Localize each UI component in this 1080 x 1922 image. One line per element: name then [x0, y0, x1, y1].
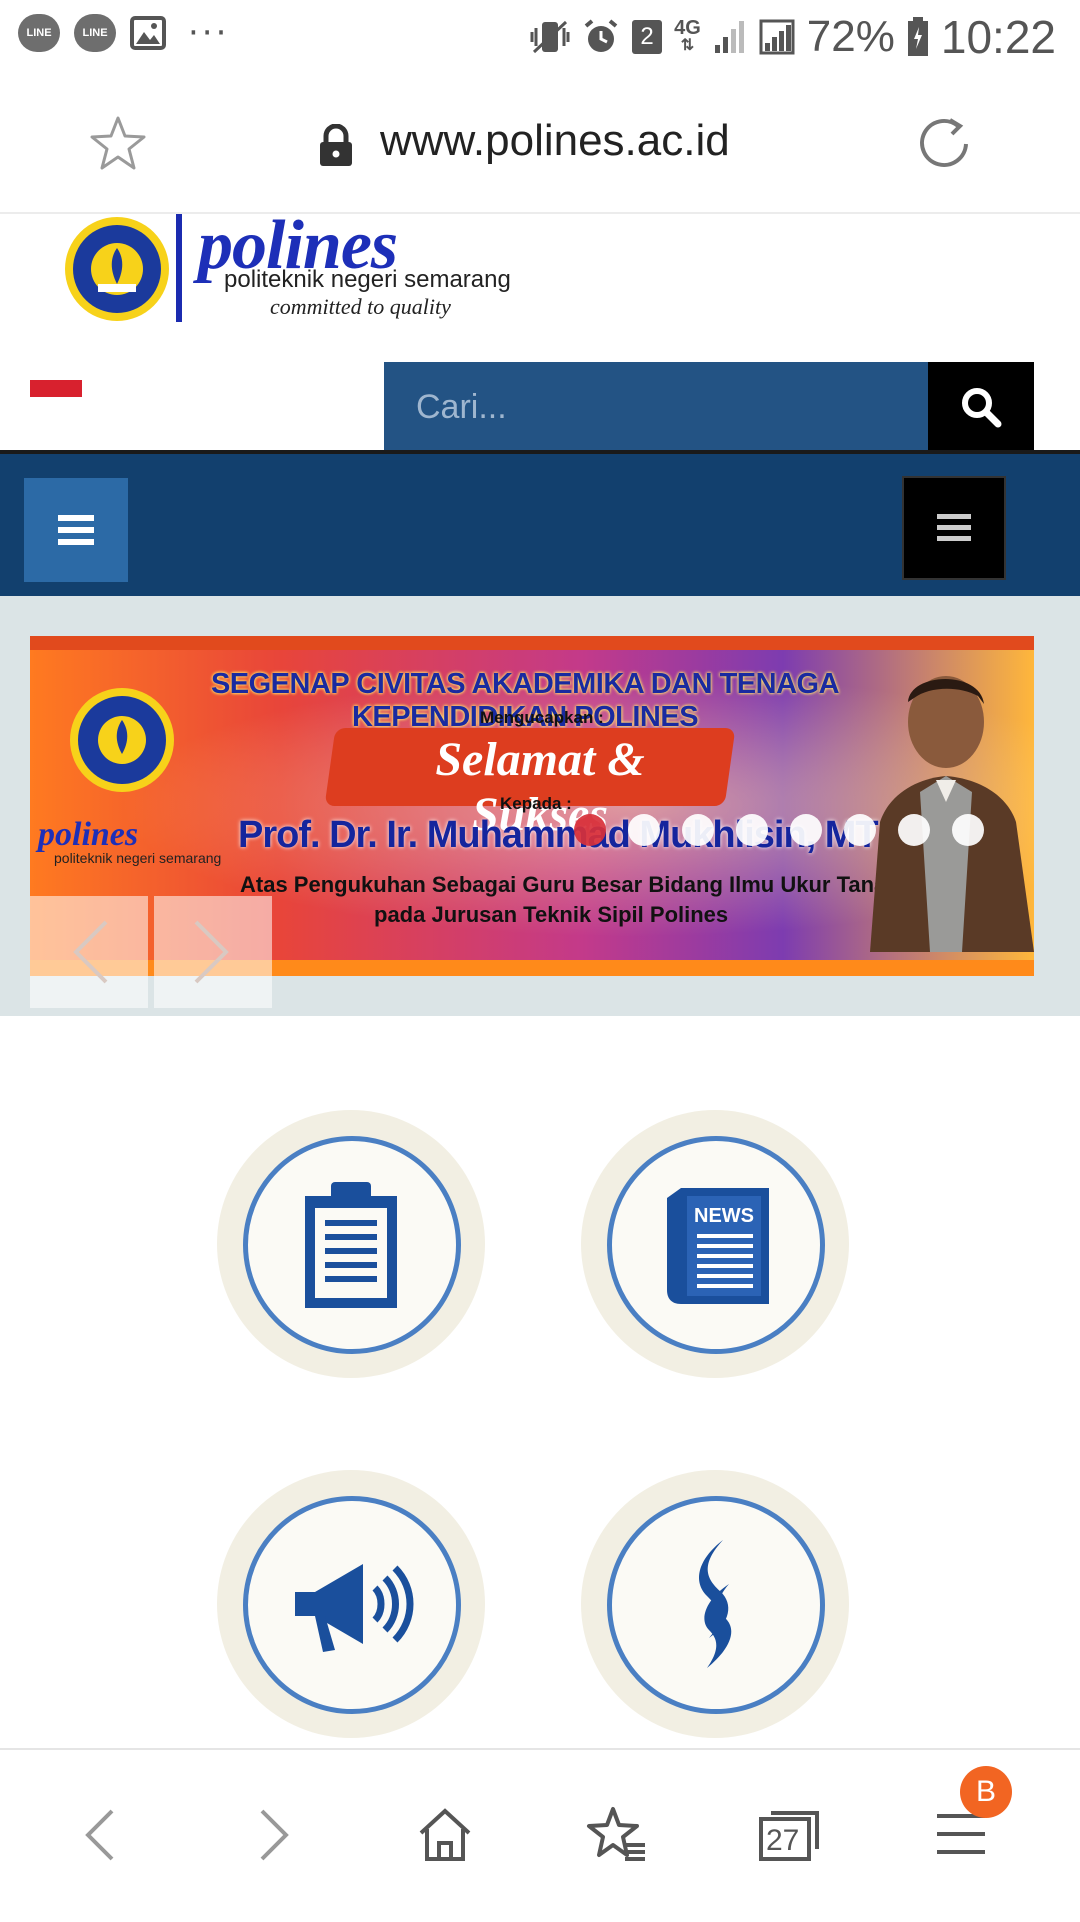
back-button[interactable] [56, 1790, 146, 1880]
back-arrow-icon [85, 1809, 114, 1861]
battery-icon [907, 17, 928, 56]
hamburger-icon-secondary [937, 514, 971, 541]
slide-dot-5[interactable] [790, 814, 822, 846]
main-menu-button[interactable] [24, 478, 128, 582]
slide-dot-3[interactable] [682, 814, 714, 846]
network-type-label: 4G [674, 17, 701, 39]
quick-link-flame[interactable] [581, 1470, 849, 1738]
flame-icon [699, 1540, 732, 1668]
network-type-icon: 4G ⇅ [674, 17, 701, 54]
banner-logo-subtitle: politeknik negeri semarang [54, 850, 222, 866]
slide-indicators [574, 814, 984, 846]
slider-next-button[interactable] [154, 896, 272, 1008]
person-photo [870, 676, 1034, 952]
url-text[interactable]: www.polines.ac.id [380, 116, 730, 166]
home-button[interactable] [400, 1790, 490, 1880]
bookmarks-button[interactable] [572, 1790, 662, 1880]
menu-notification-badge: B [960, 1766, 1012, 1818]
banner-line-2: pada Jurusan Teknik Sipil Polines [374, 902, 729, 927]
quick-link-news[interactable]: NEWS [581, 1110, 849, 1378]
quick-link-announcements[interactable] [217, 1110, 485, 1378]
svg-text:NEWS: NEWS [694, 1205, 754, 1227]
secondary-menu-button[interactable] [902, 476, 1006, 580]
signal-icon-2 [759, 19, 795, 55]
browser-bottom-bar: 27 B [0, 1748, 1080, 1922]
slide-dot-1[interactable] [574, 814, 606, 846]
bookmark-star-icon[interactable] [88, 114, 148, 174]
lock-icon [320, 124, 352, 166]
clipboard-icon [305, 1182, 397, 1308]
slide-dot-6[interactable] [844, 814, 876, 846]
search-button[interactable] [928, 362, 1034, 452]
slider-prev-button[interactable] [30, 896, 148, 1008]
chevron-left-icon [73, 920, 108, 984]
news-icon: NEWS [667, 1188, 769, 1304]
signal-icon-1 [714, 21, 744, 53]
banner-greeting-label: Mengucapkan : [480, 708, 604, 727]
home-icon [419, 1808, 471, 1861]
sim-icon: 2 [632, 20, 663, 54]
line-app-icon: LINE [18, 14, 60, 52]
slide-dot-8[interactable] [952, 814, 984, 846]
logo-subtitle: politeknik negeri semarang [224, 266, 511, 293]
banner-recipient-label: Kepada : [500, 794, 572, 813]
clock: 10:22 [940, 11, 1056, 63]
slide-dot-7[interactable] [898, 814, 930, 846]
search-icon [962, 388, 1002, 428]
tabs-count: 27 [766, 1824, 800, 1857]
battery-percent: 72% [806, 12, 895, 61]
vibrate-icon [530, 20, 570, 54]
bookmarks-icon [587, 1807, 645, 1861]
search-input[interactable] [384, 362, 928, 452]
alarm-icon [584, 19, 618, 52]
site-header: polines politeknik negeri semarang commi… [0, 207, 1080, 454]
navigation-bar [0, 454, 1080, 596]
more-notifications-icon: ··· [188, 13, 230, 53]
forward-button[interactable] [228, 1790, 318, 1880]
hamburger-icon [58, 515, 94, 545]
address-bar: www.polines.ac.id [0, 72, 1080, 214]
slide-dot-2[interactable] [628, 814, 660, 846]
gallery-icon [130, 16, 166, 50]
quick-link-megaphone[interactable] [217, 1470, 485, 1738]
polines-emblem-logo[interactable] [62, 214, 172, 324]
logo-tagline: committed to quality [270, 294, 451, 319]
banner-line-1: Atas Pengukuhan Sebagai Guru Besar Bidan… [240, 872, 900, 897]
forward-arrow-icon [260, 1809, 289, 1861]
status-bar: LINE LINE ··· 2 4G ⇅ 72% 10:22 [0, 0, 1080, 72]
chevron-right-icon [194, 920, 229, 984]
tabs-button[interactable]: 27 [744, 1790, 834, 1880]
megaphone-icon [295, 1564, 414, 1652]
language-flag-indonesia[interactable] [30, 380, 82, 414]
reload-icon[interactable] [914, 114, 974, 174]
hero-slider: polines politeknik negeri semarang SEGEN… [0, 596, 1080, 1016]
banner-logo-wordmark: polines [38, 816, 139, 853]
line-app-icon-2: LINE [74, 14, 116, 52]
slide-dot-4[interactable] [736, 814, 768, 846]
logo-divider [176, 214, 182, 322]
